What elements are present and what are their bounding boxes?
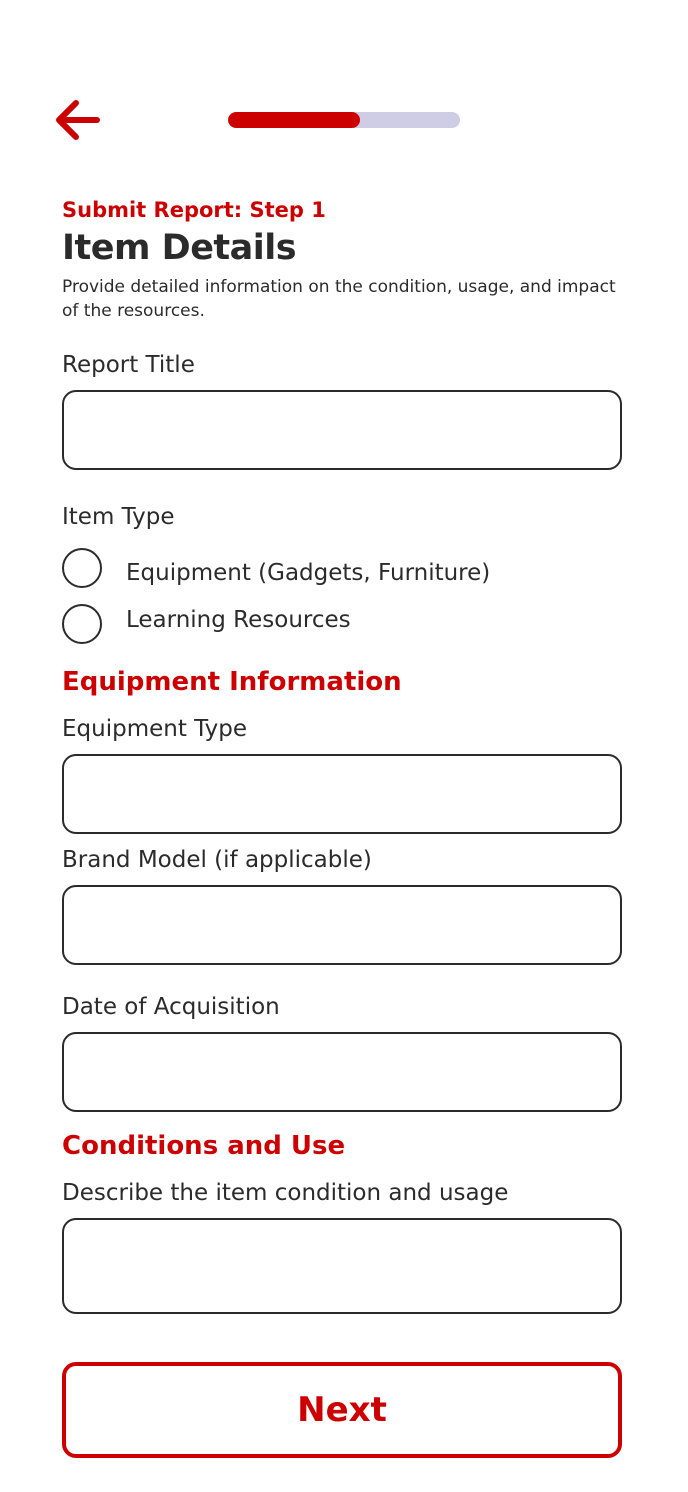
section-title-equipment: Equipment Information — [62, 667, 402, 697]
equipment-type-input[interactable] — [62, 754, 622, 834]
item-type-label: Item Type — [62, 504, 175, 530]
radio-button[interactable] — [62, 548, 102, 588]
equipment-type-label: Equipment Type — [62, 716, 247, 742]
brand-model-input[interactable] — [62, 885, 622, 965]
radio-button[interactable] — [62, 604, 102, 644]
date-of-acquisition-input[interactable] — [62, 1032, 622, 1112]
brand-model-label: Brand Model (if applicable) — [62, 847, 372, 873]
arrow-left-icon — [56, 100, 100, 140]
radio-label: Equipment (Gadgets, Furniture) — [126, 560, 491, 586]
page-title: Item Details — [62, 228, 297, 268]
report-title-input[interactable] — [62, 390, 622, 470]
progress-bar-fill — [228, 112, 361, 128]
radio-option-learning-resources[interactable]: Learning Resources — [62, 604, 582, 646]
report-title-label: Report Title — [62, 352, 195, 378]
condition-description-label: Describe the item condition and usage — [62, 1180, 509, 1206]
radio-label: Learning Resources — [126, 607, 351, 633]
next-button[interactable]: Next — [62, 1362, 622, 1458]
radio-option-equipment[interactable]: Equipment (Gadgets, Furniture) — [62, 548, 582, 590]
step-label: Submit Report: Step 1 — [62, 198, 326, 222]
progress-bar — [228, 112, 460, 128]
condition-description-textarea[interactable] — [62, 1218, 622, 1314]
back-button[interactable] — [50, 96, 106, 144]
page-description: Provide detailed information on the cond… — [62, 277, 616, 321]
date-of-acquisition-label: Date of Acquisition — [62, 994, 280, 1020]
section-title-conditions: Conditions and Use — [62, 1131, 346, 1161]
